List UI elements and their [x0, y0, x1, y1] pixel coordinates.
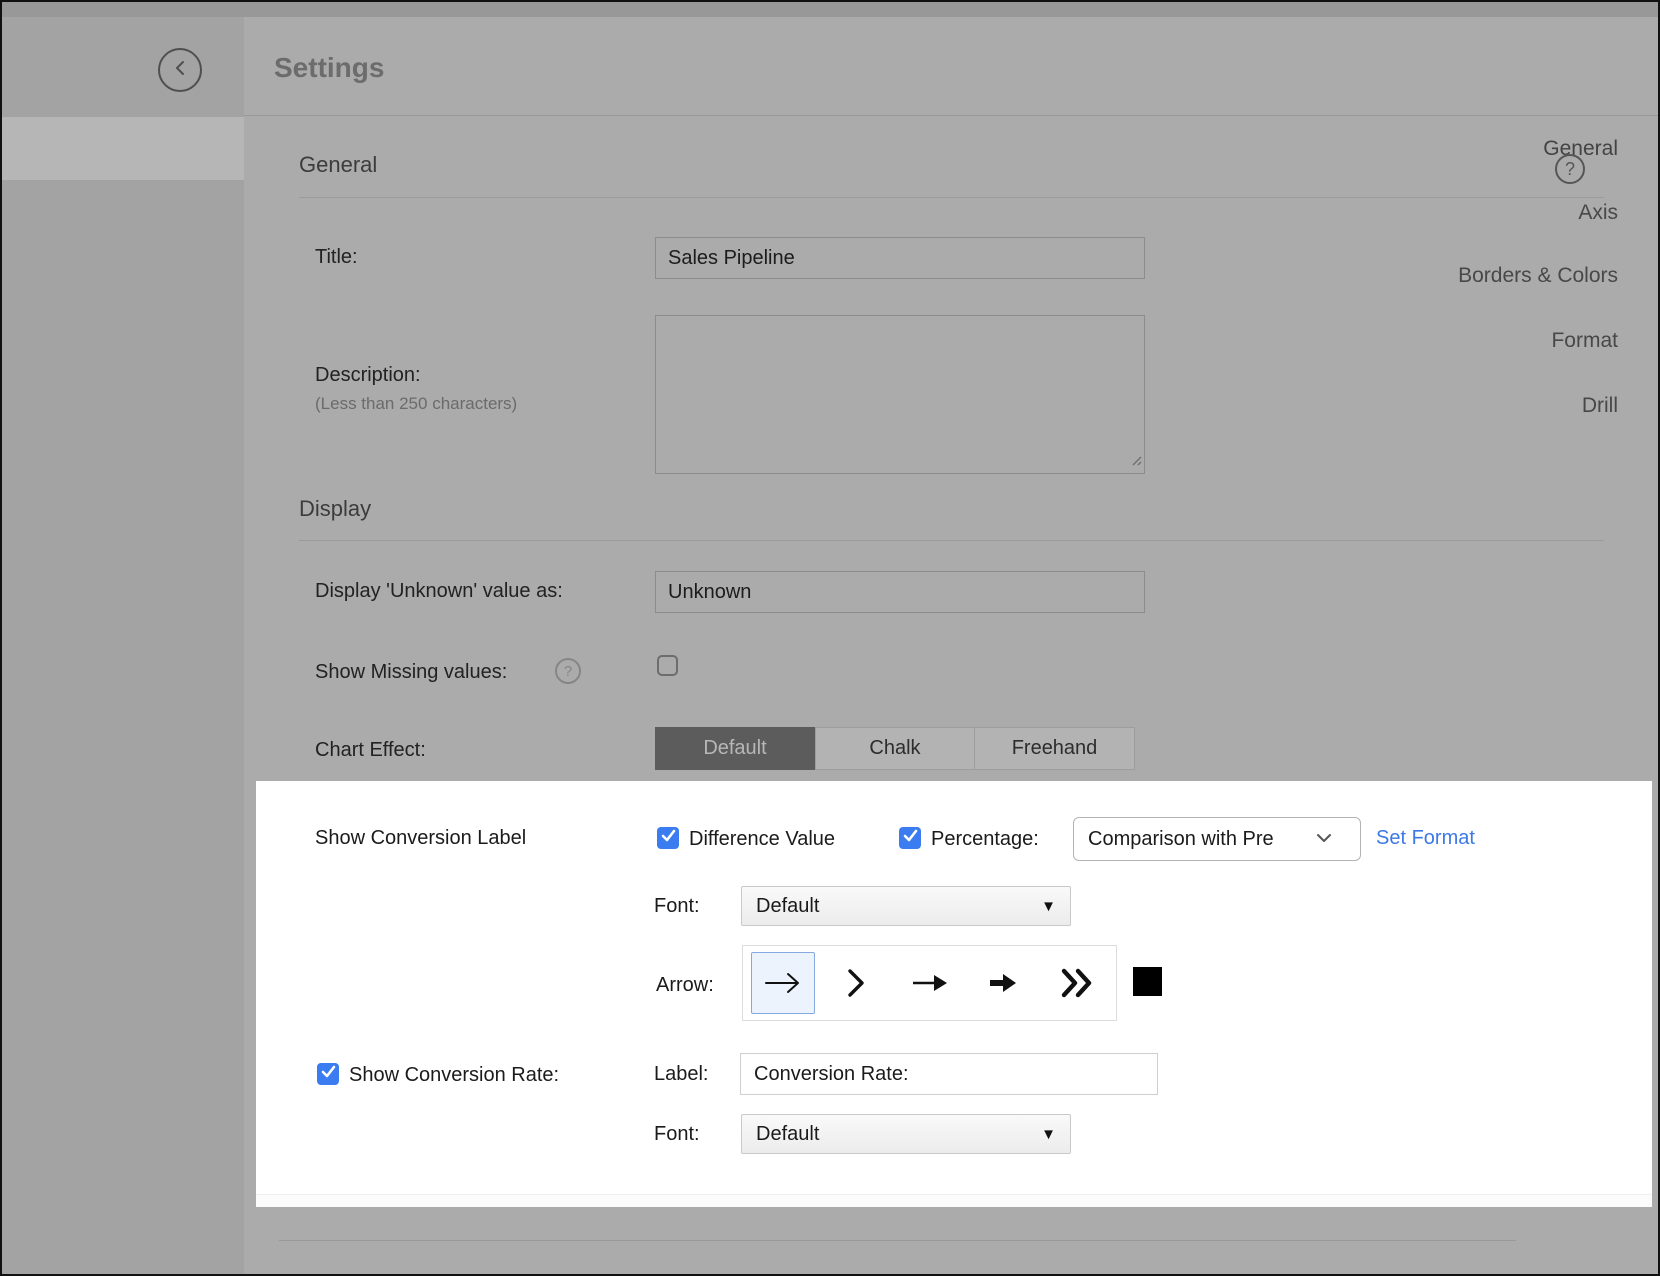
font-label: Font: [654, 1123, 700, 1146]
percentage-checkbox[interactable] [899, 827, 921, 849]
chevron-left-icon [172, 58, 188, 83]
conversion-rate-font-dropdown[interactable]: Default ▼ [741, 1114, 1071, 1154]
missing-values-help-icon[interactable]: ? [555, 658, 581, 684]
dropdown-arrow-icon: ▼ [1041, 898, 1056, 915]
sidebar-item-drill[interactable]: Drill [1582, 394, 1618, 418]
percentage-label: Percentage: [931, 828, 1039, 851]
bold-short-arrow-icon [988, 972, 1018, 994]
unknown-value-label: Display 'Unknown' value as: [315, 580, 563, 603]
arrow-option-solid-head[interactable] [898, 952, 962, 1014]
conversion-label-font-dropdown[interactable]: Default ▼ [741, 886, 1071, 926]
arrow-style-picker [742, 945, 1117, 1021]
difference-value-checkbox[interactable] [657, 827, 679, 849]
rate-label-field-label: Label: [654, 1063, 709, 1086]
section-title-display: Display [299, 496, 371, 522]
chart-effect-option-default[interactable]: Default [655, 727, 815, 770]
sidebar-item-format[interactable]: Format [1551, 329, 1618, 353]
font-label: Font: [654, 895, 700, 918]
sidebar-item-borders-colors[interactable]: Borders & Colors [1458, 264, 1618, 288]
section-divider [299, 540, 1604, 541]
sidebar-item-general[interactable]: General [1543, 137, 1618, 161]
unknown-value-input[interactable] [655, 571, 1145, 613]
missing-values-checkbox[interactable] [657, 655, 678, 676]
arrow-option-chevron[interactable] [824, 952, 888, 1014]
set-format-link[interactable]: Set Format [1376, 827, 1475, 850]
description-textarea[interactable] [655, 315, 1145, 474]
header [244, 17, 1660, 116]
comparison-select[interactable]: Comparison with Pre [1073, 817, 1361, 861]
chart-effect-segmented-control: Default Chalk Freehand [655, 727, 1135, 770]
description-field-label: Description: [315, 364, 421, 387]
title-field-label: Title: [315, 246, 358, 269]
solid-head-arrow-icon [911, 972, 949, 994]
difference-value-label: Difference Value [689, 828, 835, 851]
conversion-panel-footer [256, 1194, 1652, 1207]
chart-effect-option-freehand[interactable]: Freehand [975, 727, 1135, 770]
description-field-wrap [655, 315, 1145, 474]
title-input[interactable] [655, 237, 1145, 279]
sidebar-selected-highlight [2, 117, 244, 180]
settings-dialog: Settings General Axis Borders & Colors F… [0, 0, 1660, 1276]
section-title-general: General [299, 152, 377, 178]
double-chevron-arrow-icon [1060, 968, 1092, 998]
sidebar [2, 17, 244, 1276]
thin-arrow-icon [764, 970, 802, 996]
top-strip [2, 2, 1658, 17]
chart-effect-option-chalk[interactable]: Chalk [815, 727, 975, 770]
arrow-option-thin-arrow[interactable] [751, 952, 815, 1014]
check-icon [903, 829, 918, 847]
arrow-option-bold-short[interactable] [971, 952, 1035, 1014]
chevron-down-icon [1316, 830, 1332, 848]
description-hint: (Less than 250 characters) [315, 394, 517, 414]
section-divider [299, 197, 1604, 198]
arrow-label: Arrow: [656, 974, 714, 997]
missing-values-label: Show Missing values: [315, 661, 507, 684]
arrow-option-double-chevron[interactable] [1044, 952, 1108, 1014]
show-conversion-rate-checkbox[interactable] [317, 1063, 339, 1085]
chart-effect-label: Chart Effect: [315, 739, 426, 762]
show-conversion-label-text: Show Conversion Label [315, 827, 526, 850]
help-icon[interactable]: ? [1555, 154, 1585, 184]
arrow-color-swatch[interactable] [1133, 967, 1162, 996]
back-button[interactable] [158, 48, 202, 92]
dropdown-arrow-icon: ▼ [1041, 1126, 1056, 1143]
comparison-select-value: Comparison with Pre [1088, 828, 1316, 851]
check-icon [321, 1065, 336, 1083]
sidebar-item-axis[interactable]: Axis [1578, 201, 1618, 225]
conversion-rate-label-input[interactable] [740, 1053, 1158, 1095]
show-conversion-rate-label: Show Conversion Rate: [349, 1064, 559, 1087]
chevron-arrow-icon [846, 968, 866, 998]
check-icon [661, 829, 676, 847]
page-title: Settings [274, 52, 384, 84]
footer-divider [279, 1240, 1516, 1241]
